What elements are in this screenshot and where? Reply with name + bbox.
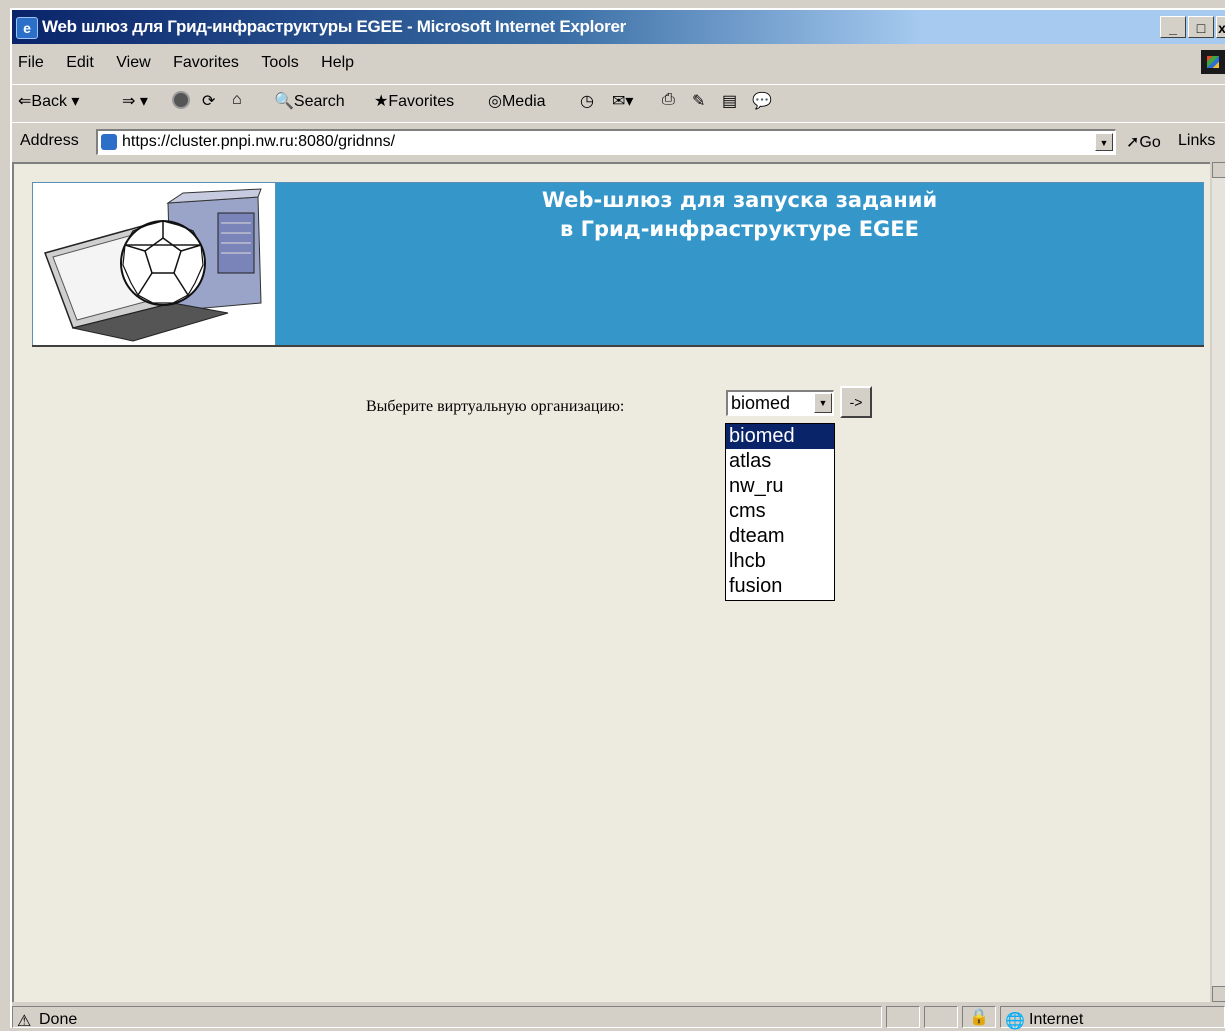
org-option-biomed[interactable]: biomed — [726, 424, 834, 449]
history-button[interactable]: ◷ — [580, 91, 594, 111]
org-option-cms[interactable]: cms — [726, 499, 834, 524]
banner-logo-image — [33, 183, 276, 345]
messenger-button[interactable]: 💬 — [752, 91, 772, 111]
home-button[interactable]: ⌂ — [232, 91, 242, 109]
print-icon: ⎙ — [662, 91, 675, 108]
banner: Web-шлюз для запуска заданий в Грид-инфр… — [32, 182, 1204, 346]
search-icon: 🔍 — [274, 93, 294, 110]
media-icon: ◎ — [488, 93, 502, 110]
scroll-up-button[interactable] — [1212, 162, 1225, 178]
scroll-down-button[interactable] — [1212, 986, 1225, 1002]
menu-file[interactable]: File — [18, 50, 44, 76]
history-icon: ◷ — [580, 93, 594, 110]
maximize-button[interactable]: □ — [1188, 16, 1214, 38]
org-select-value: biomed — [731, 393, 791, 413]
browser-window: e Web шлюз для Грид-инфраструктуры EGEE … — [10, 8, 1225, 1030]
status-text: Done — [39, 1011, 78, 1028]
menu-bar: File Edit View Favorites Tools Help — [12, 50, 1225, 76]
search-button[interactable]: 🔍Search — [274, 91, 345, 111]
banner-title-line1: Web-шлюз для запуска заданий — [541, 188, 938, 212]
toolbar: ⇐Back ▾ ⇒ ▾ ⟳ ⌂ 🔍Search ★Favorites ◎Medi… — [12, 84, 1225, 119]
org-select-label: Выберите виртуальную организацию: — [366, 398, 625, 415]
banner-title-line2: в Грид-инфраструктуре EGEE — [560, 217, 919, 241]
favorites-button[interactable]: ★Favorites — [374, 91, 454, 111]
page-icon — [101, 134, 117, 150]
discuss-icon: ▤ — [722, 93, 738, 110]
menu-favorites[interactable]: Favorites — [173, 50, 239, 76]
close-button[interactable]: x — [1216, 16, 1225, 38]
address-label: Address — [20, 132, 79, 149]
status-cell-lock: 🔒 — [962, 1006, 996, 1028]
status-warning-icon: ⚠ — [17, 1013, 32, 1030]
edit-button[interactable]: ✎ — [692, 91, 705, 111]
print-button[interactable]: ⎙ — [662, 91, 675, 109]
mail-button[interactable]: ✉▾ — [612, 91, 633, 111]
title-bar[interactable]: e Web шлюз для Грид-инфраструктуры EGEE … — [12, 10, 1225, 44]
banner-divider — [32, 345, 1204, 347]
page-content: Web-шлюз для запуска заданий в Грид-инфр… — [12, 162, 1210, 1002]
status-bar: ⚠ Done 🔒 🌐 Internet — [12, 1004, 1225, 1030]
vertical-scrollbar[interactable] — [1212, 162, 1225, 1002]
back-arrow-icon: ⇐ — [18, 93, 32, 110]
address-input[interactable]: https://cluster.pnpi.nw.ru:8080/gridnns/… — [96, 129, 1116, 155]
submit-button[interactable]: -> — [840, 386, 872, 418]
globe-icon: 🌐 — [1005, 1013, 1025, 1030]
org-dropdown-list: biomed atlas nw_ru cms dteam lhcb fusion — [725, 423, 835, 601]
org-option-nw-ru[interactable]: nw_ru — [726, 474, 834, 499]
links-button[interactable]: Links — [1178, 132, 1215, 150]
org-option-atlas[interactable]: atlas — [726, 449, 834, 474]
ie-icon: e — [16, 17, 38, 39]
stop-icon — [172, 91, 190, 109]
org-select[interactable]: biomed ▼ — [726, 390, 834, 416]
address-url: https://cluster.pnpi.nw.ru:8080/gridnns/ — [122, 133, 396, 150]
org-option-fusion[interactable]: fusion — [726, 574, 834, 599]
favorites-icon: ★ — [374, 93, 389, 110]
chevron-down-icon[interactable]: ▼ — [814, 393, 832, 413]
banner-title-area: Web-шлюз для запуска заданий в Грид-инфр… — [276, 183, 1203, 345]
zone-label: Internet — [1029, 1011, 1084, 1028]
discuss-button[interactable]: ▤ — [722, 91, 737, 111]
go-arrow-icon: ➚ — [1126, 134, 1140, 151]
address-dropdown-button[interactable]: ▼ — [1095, 133, 1113, 151]
menu-tools[interactable]: Tools — [261, 50, 298, 76]
lock-icon: 🔒 — [969, 1009, 989, 1026]
status-cell-blank — [924, 1006, 958, 1028]
window-title: Web шлюз для Грид-инфраструктуры EGEE - … — [42, 17, 626, 36]
windows-logo-icon — [1201, 50, 1225, 74]
org-option-dteam[interactable]: dteam — [726, 524, 834, 549]
status-zone: 🌐 Internet — [1000, 1006, 1225, 1030]
back-button[interactable]: ⇐Back ▾ — [18, 91, 79, 111]
mail-icon: ✉▾ — [612, 93, 634, 110]
go-button[interactable]: ➚Go — [1126, 132, 1161, 152]
messenger-icon: 💬 — [752, 93, 772, 110]
media-button[interactable]: ◎Media — [488, 91, 546, 111]
status-cell-progress — [886, 1006, 920, 1028]
forward-arrow-icon: ⇒ ▾ — [122, 93, 148, 110]
edit-icon: ✎ — [692, 93, 706, 110]
menu-view[interactable]: View — [116, 50, 150, 76]
refresh-icon: ⟳ — [202, 93, 216, 110]
refresh-button[interactable]: ⟳ — [202, 91, 215, 111]
status-main: ⚠ Done — [12, 1006, 882, 1030]
forward-button[interactable]: ⇒ ▾ — [122, 91, 148, 111]
minimize-button[interactable]: _ — [1160, 16, 1186, 38]
org-option-lhcb[interactable]: lhcb — [726, 549, 834, 574]
address-bar: Address https://cluster.pnpi.nw.ru:8080/… — [12, 122, 1225, 159]
menu-help[interactable]: Help — [321, 50, 354, 76]
home-icon: ⌂ — [232, 91, 242, 108]
menu-edit[interactable]: Edit — [66, 50, 94, 76]
stop-button[interactable] — [172, 91, 190, 109]
